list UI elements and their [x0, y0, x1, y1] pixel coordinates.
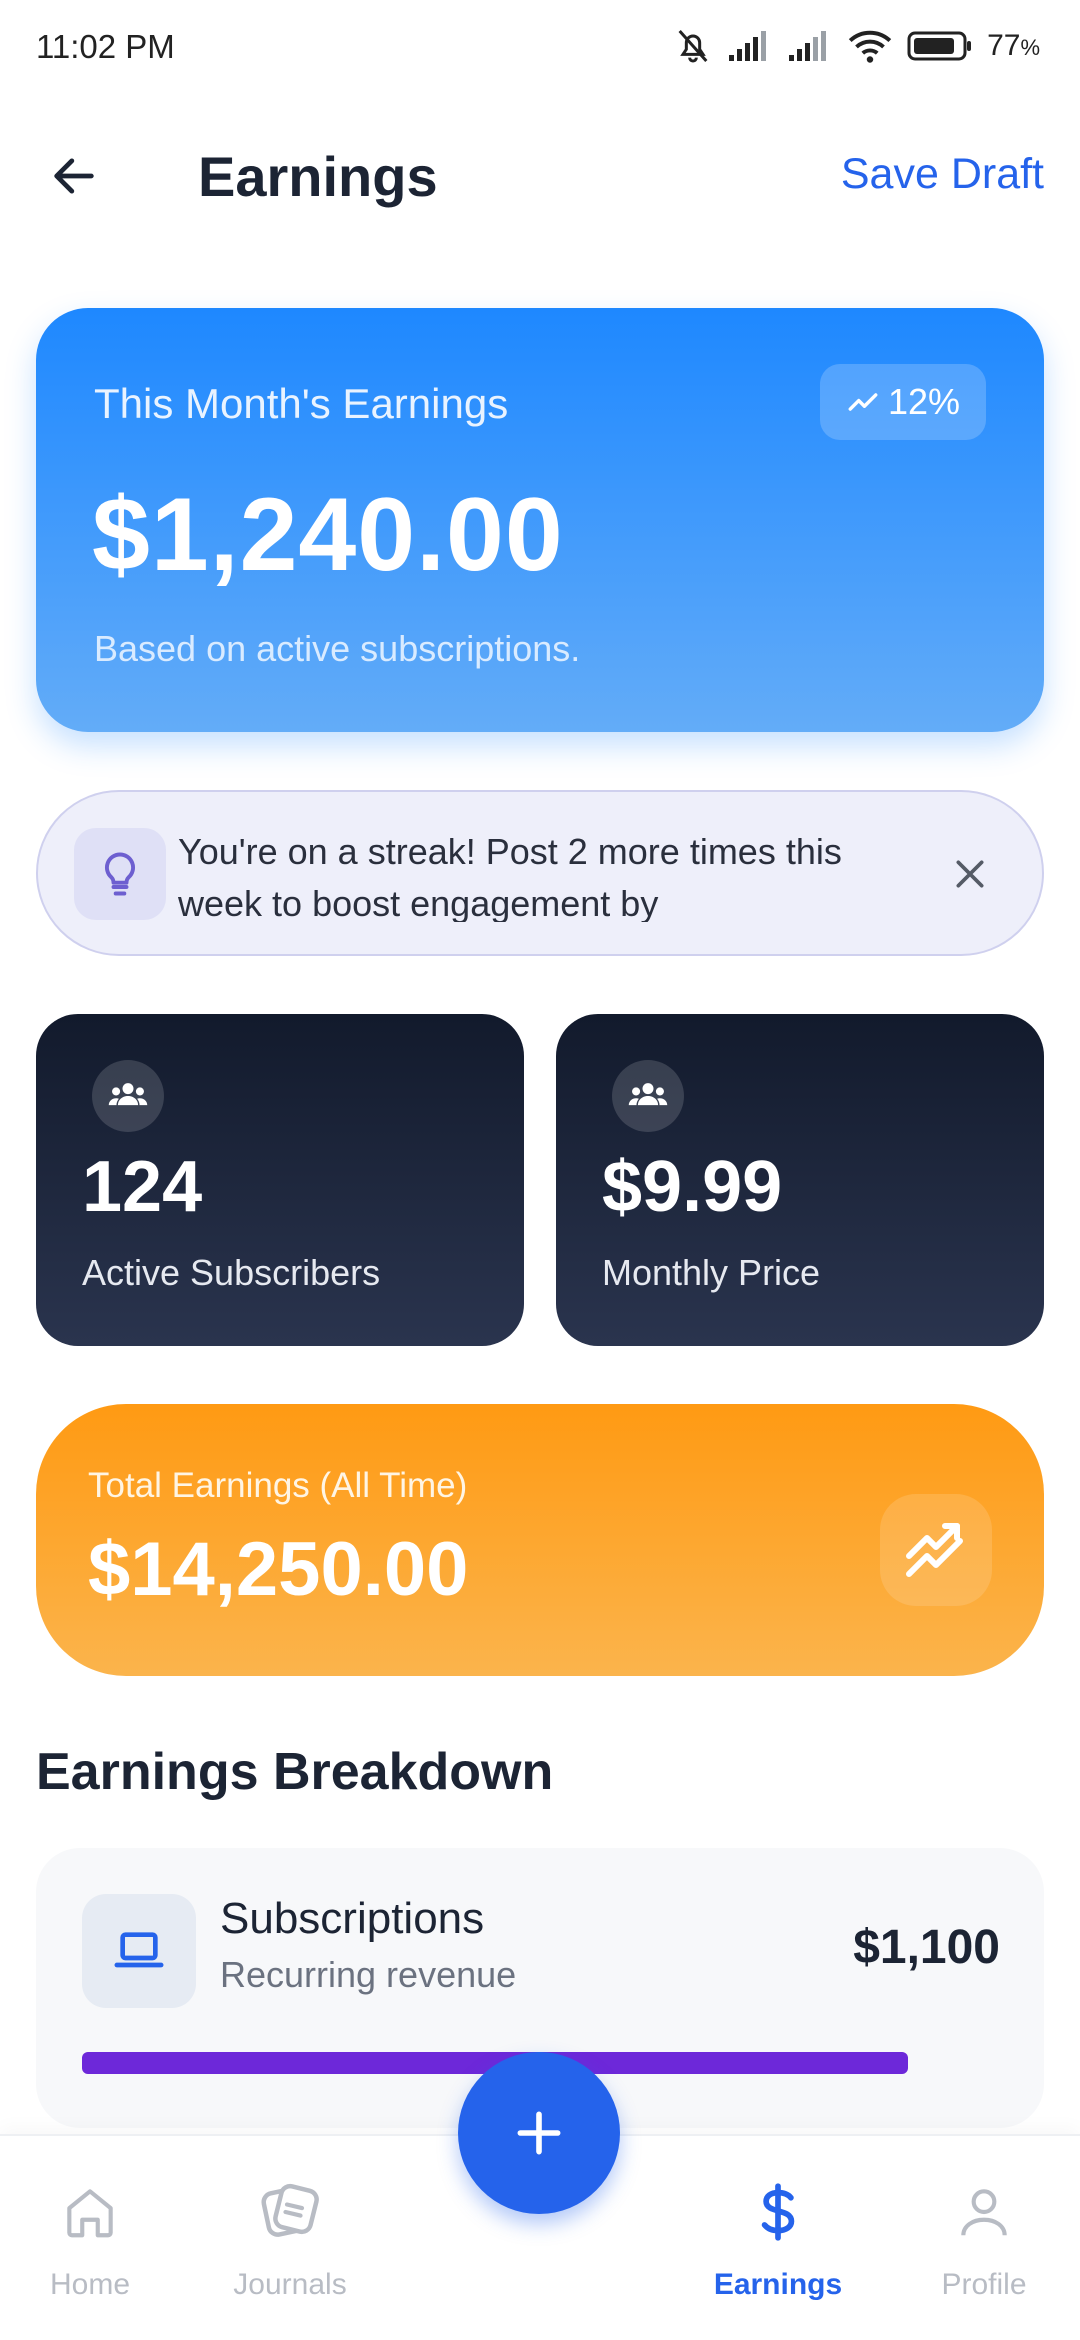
streak-tip-text: You're on a streak! Post 2 more times th…: [178, 831, 842, 922]
status-bar: 11:02 PM 77%: [0, 0, 1080, 96]
month-earnings-label: This Month's Earnings: [94, 380, 509, 427]
trend-badge: 12%: [820, 364, 986, 440]
nav-item-journals[interactable]: Journals: [210, 2176, 370, 2302]
page-title: Earnings: [198, 145, 438, 208]
nav-label-home: Home: [49, 2268, 131, 2301]
chart-trend-icon: [880, 1494, 992, 1606]
home-icon: [10, 2176, 170, 2248]
active-subscribers-card: 124 Active Subscribers: [36, 1014, 524, 1346]
breakdown-section-title: Earnings Breakdown: [36, 1743, 554, 1801]
month-earnings-amount: $1,240.00: [92, 477, 564, 593]
trend-value: 12%: [887, 381, 961, 422]
nav-label-earnings: Earnings: [713, 2268, 843, 2301]
monthly-price-value: $9.99: [602, 1147, 783, 1227]
month-earnings-card: This Month's Earnings 12% $1,240.00 Base…: [36, 308, 1044, 732]
laptop-icon: [82, 1894, 196, 2008]
active-subscribers-value: 124: [82, 1147, 203, 1227]
nav-label-journals: Journals: [233, 2268, 347, 2301]
group-icon: [612, 1060, 684, 1132]
breakdown-item-amount: $1,100: [853, 1921, 1000, 1974]
trend-up-icon: [848, 393, 878, 411]
breakdown-item-subtitle: Recurring revenue: [220, 1954, 517, 1995]
signal-icon: [789, 31, 827, 61]
battery-icon: [907, 31, 972, 61]
back-button[interactable]: [44, 146, 104, 206]
save-draft-button[interactable]: Save Draft: [841, 150, 1044, 199]
arrow-left-icon: [54, 158, 94, 194]
status-icons: 77%: [673, 26, 1040, 66]
monthly-price-card: $9.99 Monthly Price: [556, 1014, 1044, 1346]
group-icon: [92, 1060, 164, 1132]
total-earnings-label: Total Earnings (All Time): [88, 1466, 468, 1505]
lightbulb-icon: [74, 828, 166, 920]
signal-icon: [729, 31, 767, 61]
active-subscribers-label: Active Subscribers: [82, 1252, 381, 1293]
monthly-price-label: Monthly Price: [602, 1252, 821, 1293]
journals-icon: [210, 2176, 370, 2248]
nav-item-earnings[interactable]: Earnings: [698, 2176, 858, 2302]
nav-label-profile: Profile: [941, 2268, 1027, 2301]
close-icon: [956, 860, 984, 888]
streak-tip-banner: You're on a streak! Post 2 more times th…: [36, 790, 1044, 956]
battery-percent: 77%: [987, 29, 1040, 62]
breakdown-item-title: Subscriptions: [220, 1894, 485, 1943]
month-earnings-note: Based on active subscriptions.: [94, 628, 581, 669]
mute-icon: [678, 30, 708, 63]
total-earnings-card: Total Earnings (All Time) $14,250.00: [36, 1404, 1044, 1676]
total-earnings-amount: $14,250.00: [88, 1527, 469, 1612]
nav-item-profile[interactable]: Profile: [904, 2176, 1064, 2302]
header: Earnings Save Draft: [0, 120, 1080, 230]
close-tip-button[interactable]: [940, 844, 1000, 904]
profile-icon: [904, 2176, 1064, 2248]
add-button[interactable]: [458, 2052, 620, 2214]
plus-icon: [517, 2111, 561, 2155]
status-time: 11:02 PM: [36, 28, 175, 65]
dollar-icon: [698, 2176, 858, 2248]
nav-item-home[interactable]: Home: [10, 2176, 170, 2302]
wifi-icon: [848, 30, 892, 63]
